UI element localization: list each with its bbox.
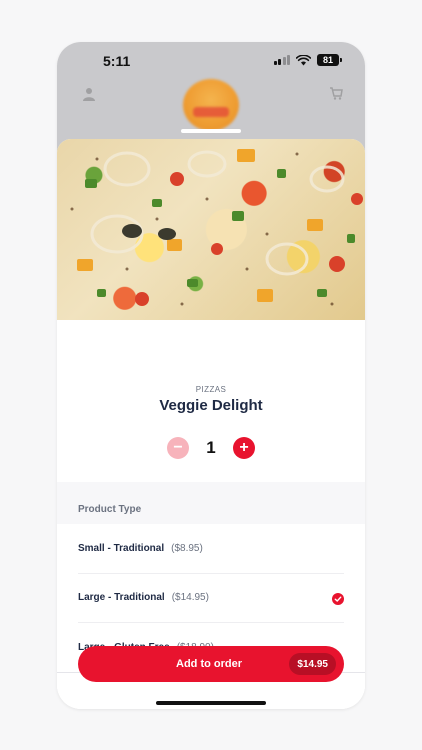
- status-icons: 81: [273, 54, 342, 66]
- check-icon: [332, 592, 344, 605]
- battery-icon: 81: [317, 54, 342, 66]
- sheet-grabber[interactable]: [181, 129, 241, 133]
- option-name: Large - Traditional: [78, 592, 165, 604]
- cart-icon: [330, 87, 343, 100]
- cellular-signal-icon: [273, 55, 290, 65]
- section-header-product-type: Product Type: [57, 482, 365, 524]
- add-to-order-button[interactable]: Add to order $14.95: [78, 646, 344, 682]
- add-to-order-label: Add to order: [176, 658, 242, 670]
- option-large-traditional[interactable]: Large - Traditional ($14.95): [78, 574, 344, 623]
- status-time: 5:11: [103, 53, 131, 69]
- option-price: ($8.95): [171, 542, 203, 554]
- product-image: [57, 139, 365, 320]
- decrease-quantity-button[interactable]: −: [167, 437, 189, 459]
- brand-logo: [183, 79, 239, 131]
- product-sheet: PIZZAS Veggie Delight − 1 + Product Type…: [57, 139, 365, 709]
- home-indicator[interactable]: [156, 701, 266, 705]
- order-total-badge: $14.95: [289, 653, 336, 675]
- option-price: ($14.95): [171, 592, 209, 604]
- phone-frame: 5:11 81 PIZZAS Veggie Delight − 1 + Prod…: [57, 42, 365, 709]
- person-icon: [83, 88, 95, 101]
- quantity-stepper: − 1 +: [167, 437, 255, 459]
- option-small-traditional[interactable]: Small - Traditional ($8.95): [78, 524, 344, 574]
- quantity-value: 1: [206, 438, 216, 457]
- status-bar: 5:11 81: [57, 42, 365, 78]
- product-title: Veggie Delight: [159, 397, 263, 414]
- option-name: Small - Traditional: [78, 542, 165, 554]
- increase-quantity-button[interactable]: +: [233, 437, 255, 459]
- product-category: PIZZAS: [195, 385, 227, 394]
- wifi-icon: [296, 54, 311, 65]
